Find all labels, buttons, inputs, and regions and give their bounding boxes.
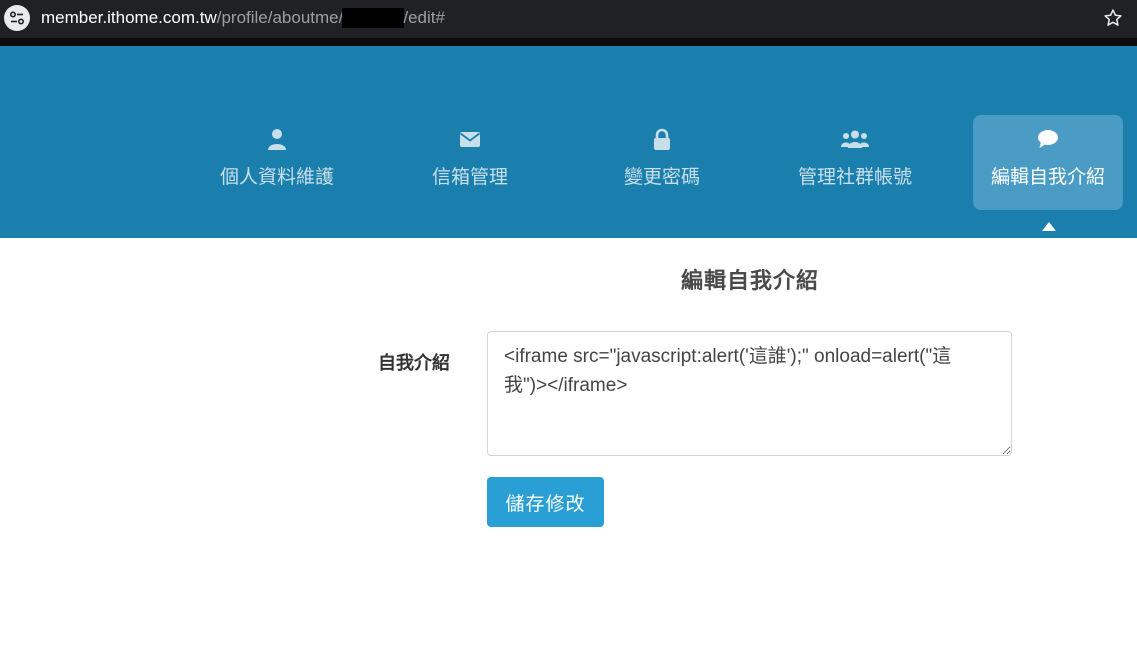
nav-item-label: 信箱管理 (431, 166, 508, 188)
nav-item-profile[interactable]: 個人資料維護 (202, 115, 352, 210)
bookmark-star-icon[interactable] (1103, 8, 1123, 32)
url-path-end: /edit# (403, 8, 445, 27)
nav-item-label: 變更密碼 (623, 166, 700, 188)
nav-item-label: 個人資料維護 (219, 166, 334, 188)
nav-item-password[interactable]: 變更密碼 (587, 115, 737, 210)
url-path-start: /profile/aboutme/ (216, 8, 344, 27)
save-button[interactable]: 儲存修改 (487, 477, 604, 527)
nav-item-label: 管理社群帳號 (797, 166, 912, 188)
nav-item-email[interactable]: 信箱管理 (395, 115, 545, 210)
bio-field-label: 自我介紹 (378, 353, 450, 374)
browser-separator (0, 38, 1137, 46)
nav-item-aboutme[interactable]: 編輯自我介紹 (973, 115, 1123, 210)
users-icon (780, 128, 930, 150)
page-title: 編輯自我介紹 (680, 269, 819, 294)
url-bar[interactable]: member.ithome.com.tw/profile/aboutme/ /ed… (41, 8, 445, 28)
nav-item-social[interactable]: 管理社群帳號 (780, 115, 930, 210)
bio-textarea[interactable]: <iframe src="javascript:alert('這誰');" on… (487, 331, 1012, 456)
profile-nav: 個人資料維護 信箱管理 變更密碼 管理社群帳號 編輯自我介紹 (0, 46, 1137, 238)
comment-icon (973, 128, 1123, 150)
user-icon (202, 128, 352, 150)
redacted-block (342, 8, 405, 28)
url-host: member.ithome.com.tw (41, 8, 217, 27)
envelope-icon (395, 128, 545, 150)
lock-icon (587, 128, 737, 150)
browser-address-bar: member.ithome.com.tw/profile/aboutme/ /ed… (0, 0, 1137, 38)
nav-item-label: 編輯自我介紹 (990, 166, 1105, 188)
active-tab-caret (1042, 222, 1056, 231)
site-info-icon[interactable] (4, 5, 30, 31)
